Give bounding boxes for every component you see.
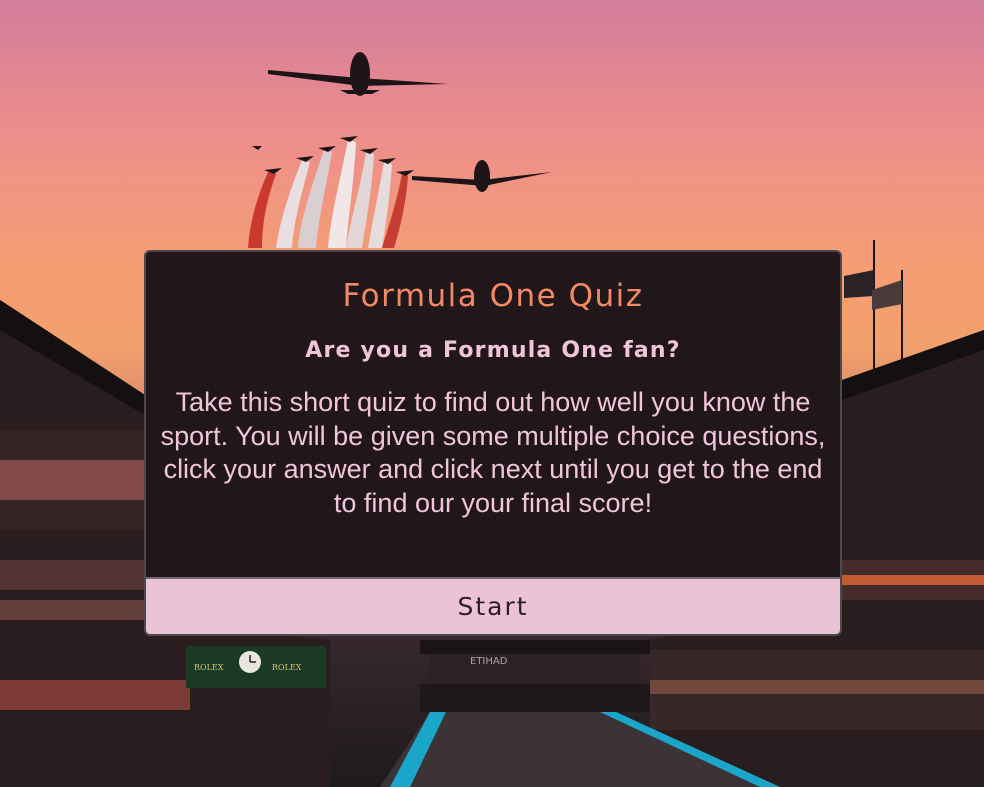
quiz-title: Formula One Quiz [342, 278, 644, 314]
airliner-top [268, 52, 448, 96]
start-button[interactable]: Start [146, 577, 840, 634]
rolex-sign-left: ROLEX [194, 663, 224, 672]
airliner-right [412, 160, 552, 192]
rolex-sign-right: ROLEX [272, 663, 302, 672]
jet-smoke-trails [248, 140, 408, 248]
quiz-description: Take this short quiz to find out how wel… [160, 387, 826, 518]
quiz-subtitle: Are you a Formula One fan? [305, 338, 681, 363]
quiz-intro-card: Formula One Quiz Are you a Formula One f… [144, 250, 842, 636]
rolex-clock-board: ROLEX ROLEX [186, 646, 326, 688]
gantry-banner-text: ETIHAD [470, 656, 508, 667]
